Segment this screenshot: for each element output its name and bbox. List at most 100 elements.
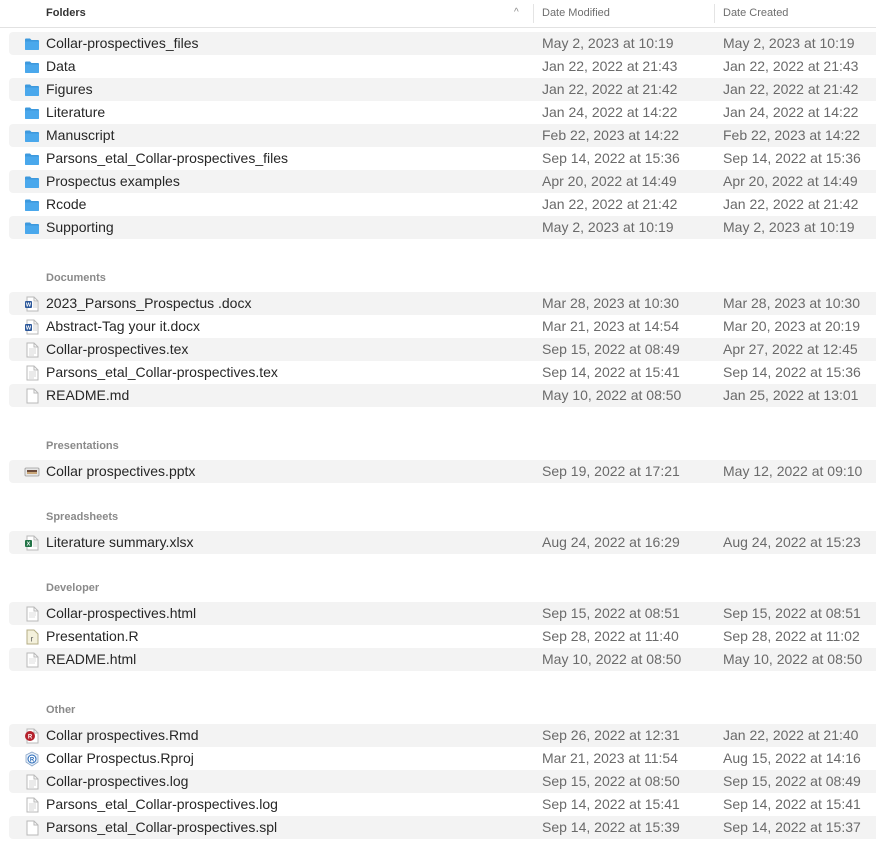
folder-row[interactable]: Collar-prospectives_files May 2, 2023 at … [9, 32, 876, 55]
date-modified: Mar 21, 2023 at 14:54 [542, 318, 679, 334]
date-modified: May 2, 2023 at 10:19 [542, 219, 674, 235]
file-name: Parsons_etal_Collar-prospectives_files [46, 150, 289, 166]
date-modified: Sep 14, 2022 at 15:36 [542, 150, 680, 166]
column-header-date-modified[interactable]: Date Modified [542, 7, 610, 19]
date-modified: Sep 26, 2022 at 12:31 [542, 727, 680, 743]
date-modified: Feb 22, 2023 at 14:22 [542, 127, 679, 143]
file-row[interactable]: Collar-prospectives.tex Sep 15, 2022 at 0… [9, 338, 876, 361]
svg-text:r: r [31, 635, 34, 644]
html-file-icon [24, 606, 40, 622]
date-created: May 10, 2022 at 08:50 [723, 651, 863, 667]
file-row[interactable]: W 2023_Parsons_Prospectus .docx Mar 28, 20… [9, 292, 876, 315]
file-row[interactable]: r Presentation.R Sep 28, 2022 at 11:40 Sep … [9, 625, 876, 648]
date-modified: Jan 24, 2022 at 14:22 [542, 104, 678, 120]
word-doc-icon: W [24, 296, 40, 312]
date-created: May 12, 2022 at 09:10 [723, 463, 863, 479]
date-created: Feb 22, 2023 at 14:22 [723, 127, 860, 143]
file-name: Literature [46, 104, 106, 120]
group-label-developer: Developer [46, 582, 100, 594]
file-row[interactable]: R Collar prospectives.Rmd Sep 26, 2022 at … [9, 724, 876, 747]
text-file-icon [24, 774, 40, 790]
html-file-icon [24, 652, 40, 668]
file-row[interactable]: README.html May 10, 2022 at 08:50 May 10, … [9, 648, 876, 671]
file-row[interactable]: X Literature summary.xlsx Aug 24, 2022 at … [9, 531, 876, 554]
folder-row[interactable]: Parsons_etal_Collar-prospectives_files Se… [9, 147, 876, 170]
svg-text:R: R [28, 735, 33, 741]
file-name: Parsons_etal_Collar-prospectives.spl [46, 819, 278, 835]
folder-icon [24, 36, 40, 52]
date-modified: Apr 20, 2022 at 14:49 [542, 173, 677, 189]
file-name: README.md [46, 387, 130, 403]
date-created: Jan 22, 2022 at 21:43 [723, 58, 859, 74]
file-row[interactable]: W Abstract-Tag your it.docx Mar 21, 2023 a… [9, 315, 876, 338]
svg-text:X: X [27, 542, 31, 548]
sort-ascending-icon[interactable]: ^ [514, 7, 519, 18]
file-row[interactable]: Collar prospectives.pptx Sep 19, 2022 at … [9, 460, 876, 483]
file-row[interactable]: Collar-prospectives.html Sep 15, 2022 at … [9, 602, 876, 625]
folder-icon [24, 82, 40, 98]
folder-row[interactable]: Data Jan 22, 2022 at 21:43 Jan 22, 2022 at… [9, 55, 876, 78]
date-modified: May 10, 2022 at 08:50 [542, 651, 682, 667]
date-modified: Sep 14, 2022 at 15:41 [542, 364, 680, 380]
rmarkdown-icon: R [24, 728, 40, 744]
folder-row[interactable]: Figures Jan 22, 2022 at 21:42 Jan 22, 2022… [9, 78, 876, 101]
date-modified: May 2, 2023 at 10:19 [542, 35, 674, 51]
date-modified: Aug 24, 2022 at 16:29 [542, 534, 680, 550]
date-modified: Jan 22, 2022 at 21:42 [542, 196, 678, 212]
group-label-other: Other [46, 704, 76, 716]
date-modified: Sep 14, 2022 at 15:39 [542, 819, 680, 835]
column-header-bar: Folders ^ Date Modified Date Created [0, 0, 876, 28]
file-name: Collar-prospectives_files [46, 35, 199, 51]
file-name: Parsons_etal_Collar-prospectives.tex [46, 364, 278, 380]
file-row[interactable]: README.md May 10, 2022 at 08:50 Jan 25, 20… [9, 384, 876, 407]
column-header-name[interactable]: Folders [46, 7, 86, 19]
file-name: Manuscript [46, 127, 115, 143]
svg-text:W: W [26, 326, 32, 332]
folder-icon [24, 197, 40, 213]
group-label-documents: Documents [46, 272, 106, 284]
date-created: Jan 24, 2022 at 14:22 [723, 104, 859, 120]
date-modified: Sep 19, 2022 at 17:21 [542, 463, 680, 479]
date-created: Apr 20, 2022 at 14:49 [723, 173, 858, 189]
column-divider[interactable] [533, 4, 534, 23]
folder-icon [24, 128, 40, 144]
column-divider[interactable] [714, 4, 715, 23]
date-created: Sep 15, 2022 at 08:49 [723, 773, 861, 789]
date-created: Sep 15, 2022 at 08:51 [723, 605, 861, 621]
file-name: README.html [46, 651, 137, 667]
file-name: 2023_Parsons_Prospectus .docx [46, 295, 252, 311]
group-label-presentations: Presentations [46, 440, 119, 452]
file-row[interactable]: Parsons_etal_Collar-prospectives.spl Sep … [9, 816, 876, 839]
svg-text:W: W [26, 303, 32, 309]
file-name: Collar-prospectives.log [46, 773, 189, 789]
date-modified: Sep 28, 2022 at 11:40 [542, 628, 679, 644]
presentation-icon [24, 464, 40, 480]
file-name: Data [46, 58, 76, 74]
column-header-date-created[interactable]: Date Created [723, 7, 788, 19]
file-name: Presentation.R [46, 628, 139, 644]
file-row[interactable]: Collar-prospectives.log Sep 15, 2022 at 0… [9, 770, 876, 793]
file-row[interactable]: Parsons_etal_Collar-prospectives.tex Sep … [9, 361, 876, 384]
date-created: Jan 22, 2022 at 21:42 [723, 81, 859, 97]
folder-row[interactable]: Rcode Jan 22, 2022 at 21:42 Jan 22, 2022 a… [9, 193, 876, 216]
folder-row[interactable]: Manuscript Feb 22, 2023 at 14:22 Feb 22, 2… [9, 124, 876, 147]
rproj-icon: R [24, 751, 40, 767]
date-modified: Jan 22, 2022 at 21:43 [542, 58, 678, 74]
file-row[interactable]: Parsons_etal_Collar-prospectives.log Sep … [9, 793, 876, 816]
folder-icon [24, 151, 40, 167]
folder-icon [24, 59, 40, 75]
date-created: Jan 22, 2022 at 21:42 [723, 196, 859, 212]
blank-file-icon [24, 388, 40, 404]
date-created: Jan 25, 2022 at 13:01 [723, 387, 859, 403]
folder-row[interactable]: Supporting May 2, 2023 at 10:19 May 2, 202… [9, 216, 876, 239]
date-created: Aug 15, 2022 at 14:16 [723, 750, 861, 766]
folder-row[interactable]: Prospectus examples Apr 20, 2022 at 14:49… [9, 170, 876, 193]
text-file-icon [24, 342, 40, 358]
date-modified: Sep 14, 2022 at 15:41 [542, 796, 680, 812]
folder-row[interactable]: Literature Jan 24, 2022 at 14:22 Jan 24, 2… [9, 101, 876, 124]
file-row[interactable]: R Collar Prospectus.Rproj Mar 21, 2023 at … [9, 747, 876, 770]
date-modified: Sep 15, 2022 at 08:51 [542, 605, 680, 621]
date-created: Jan 22, 2022 at 21:40 [723, 727, 859, 743]
date-created: Sep 14, 2022 at 15:36 [723, 364, 861, 380]
date-created: Aug 24, 2022 at 15:23 [723, 534, 861, 550]
